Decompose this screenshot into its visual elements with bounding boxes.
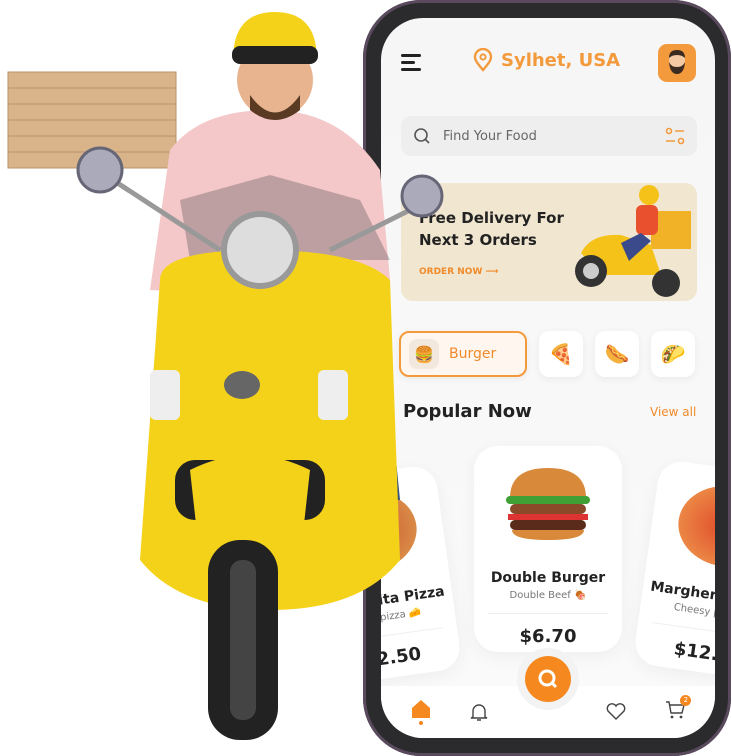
delivery-rider-illustration xyxy=(575,185,691,297)
category-hotdog[interactable]: 🌭 xyxy=(595,331,639,377)
cart-button[interactable]: 2 xyxy=(665,695,692,724)
burger-image xyxy=(506,468,590,540)
category-taco[interactable]: 🌮 xyxy=(651,331,695,377)
search-input[interactable]: Find Your Food xyxy=(443,129,653,144)
food-card[interactable]: Double Burger Double Beef 🍖 $6.70 xyxy=(474,446,622,652)
category-label: Burger xyxy=(449,346,497,362)
food-price: $6.70 xyxy=(519,626,577,647)
cart-badge: 2 xyxy=(680,695,692,706)
location-label: Sylhet, USA xyxy=(501,49,621,71)
hotdog-icon: 🌭 xyxy=(604,342,630,366)
pizza-icon: 🍕 xyxy=(548,342,574,366)
bell-icon[interactable] xyxy=(470,702,488,722)
food-price: $12.50 xyxy=(672,638,715,669)
view-all-link[interactable]: View all xyxy=(650,405,696,419)
search-icon xyxy=(538,669,558,689)
food-card[interactable]: Margherita Pizza Cheesy pizza 🧀 $12.50 xyxy=(632,458,715,684)
taco-icon: 🌮 xyxy=(660,342,686,366)
food-name: Double Burger xyxy=(490,570,606,586)
location-selector[interactable]: Sylhet, USA xyxy=(473,48,620,72)
food-desc: Double Beef 🍖 xyxy=(509,590,587,601)
sliders-icon[interactable] xyxy=(665,127,685,145)
search-fab[interactable] xyxy=(525,656,571,702)
pizza-image xyxy=(673,480,715,573)
delivery-man-scooter-illustration xyxy=(7,12,444,740)
map-pin-icon xyxy=(473,48,493,72)
avatar[interactable] xyxy=(658,44,696,82)
heart-icon[interactable] xyxy=(606,703,626,721)
category-pizza[interactable]: 🍕 xyxy=(539,331,583,377)
